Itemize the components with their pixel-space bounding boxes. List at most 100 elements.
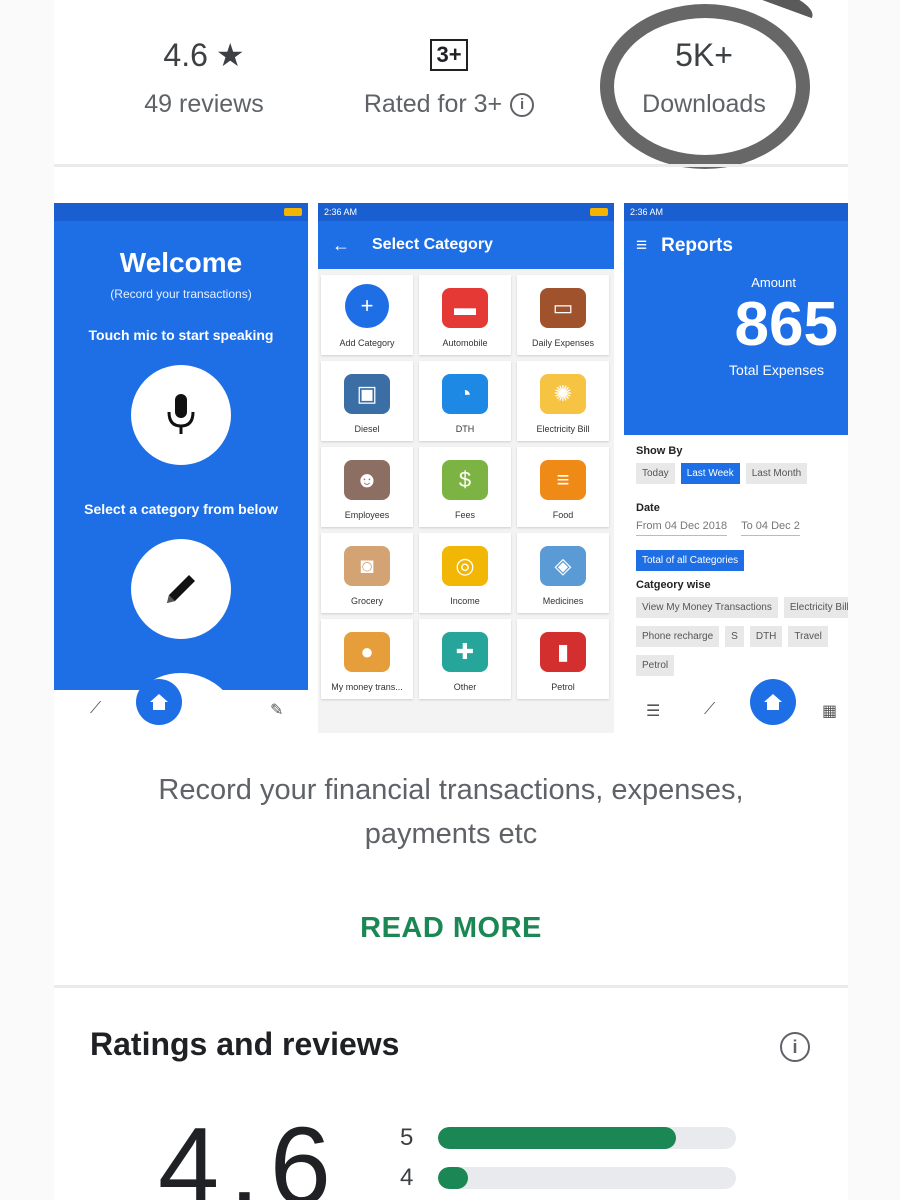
show-by-chip[interactable]: Last Week [680, 463, 740, 484]
category-tile-label: Employees [344, 510, 390, 520]
age-rating-stat[interactable]: 3+ Rated for 3+ i [344, 30, 554, 119]
category-tile[interactable]: ☻ Employees [321, 447, 413, 527]
app-description: Record your financial transactions, expe… [54, 768, 848, 856]
welcome-title: Welcome [119, 247, 243, 278]
screenshot-welcome[interactable]: Welcome (Record your transactions) Touch… [54, 203, 308, 733]
category-wise-chip[interactable]: Phone recharge [636, 626, 720, 647]
description-line-2: payments etc [364, 818, 538, 850]
rating-bar-track [438, 1167, 736, 1189]
list-icon[interactable]: ☰ [646, 701, 660, 721]
category-tile[interactable]: ◙ Grocery [321, 533, 413, 613]
category-tile[interactable]: ◈ Medicines [517, 533, 609, 613]
grid-icon[interactable]: ▦ [822, 701, 837, 721]
category-wise-chip[interactable]: View My Money Transactions [636, 597, 778, 618]
screenshot-carousel[interactable]: Welcome (Record your transactions) Touch… [54, 203, 848, 733]
right-frame [848, 0, 900, 1200]
category-tile-label: Electricity Bill [536, 424, 590, 434]
home-button[interactable] [136, 679, 182, 725]
category-tile[interactable]: ▭ Daily Expenses [517, 275, 609, 355]
car-icon: ▬ [442, 288, 488, 328]
category-tile[interactable]: ● My money trans... [321, 619, 413, 699]
battery-icon [590, 208, 608, 216]
category-tile-label: Add Category [339, 338, 395, 348]
category-tile-label: Petrol [551, 682, 575, 692]
grocery-bag-icon: ◙ [344, 546, 390, 586]
read-more-button[interactable]: READ MORE [54, 912, 848, 945]
description-line-1: Record your financial transactions, expe… [158, 774, 744, 806]
home-button[interactable] [750, 679, 796, 725]
wallet-icon: ▭ [540, 288, 586, 328]
add-icon: + [345, 284, 389, 328]
amount-value: 865 [734, 290, 838, 359]
reports-title: Reports [661, 235, 733, 256]
rating-stat[interactable]: 4.6 ★ 49 reviews [104, 30, 304, 119]
chart-icon[interactable]: ⟋ [90, 700, 101, 718]
mic-button[interactable] [131, 365, 231, 465]
category-tile-label: My money trans... [331, 682, 403, 692]
show-by-label: Show By [636, 445, 683, 457]
people-icon: ☻ [344, 460, 390, 500]
category-tile[interactable]: ✺ Electricity Bill [517, 361, 609, 441]
left-frame [0, 0, 54, 1200]
status-bar: 2:36 AM [624, 203, 848, 221]
category-tile-label: Automobile [442, 338, 488, 348]
microphone-icon [167, 394, 195, 434]
category-tile-label: DTH [455, 424, 475, 434]
money-icon: $ [442, 460, 488, 500]
rating-bar-track [438, 1127, 736, 1149]
category-tile[interactable]: ▬ Automobile [419, 275, 511, 355]
info-icon[interactable]: i [780, 1032, 810, 1062]
age-badge: 3+ [430, 39, 468, 71]
category-grid: + Add Category ▬ Automobile ▭ Daily Expenses ▣… [318, 269, 614, 705]
category-tile-label: Medicines [542, 596, 584, 606]
coins-icon: ◎ [442, 546, 488, 586]
amount-label: Amount [751, 275, 796, 290]
category-tile[interactable]: ◎ Income [419, 533, 511, 613]
category-tile[interactable]: ◔ DTH [419, 361, 511, 441]
menu-icon[interactable]: ≡ [636, 235, 647, 257]
rating-value: 4.6 [163, 36, 208, 73]
chart-icon[interactable]: ⟋ [704, 701, 715, 719]
ratings-title: Ratings and reviews [90, 1026, 400, 1062]
category-tile[interactable]: ▮ Petrol [517, 619, 609, 699]
show-by-chips: Today Last Week Last Month [624, 463, 848, 484]
category-wise-chip[interactable]: Travel [788, 626, 828, 647]
category-tile[interactable]: ≡ Food [517, 447, 609, 527]
pencil-button[interactable] [131, 539, 231, 639]
screenshot-reports[interactable]: 2:36 AM ≡ Reports Amount 865 Total Expen… [624, 203, 848, 733]
category-tile[interactable]: ✚ Other [419, 619, 511, 699]
category-wise-chip[interactable]: S [725, 626, 744, 647]
show-by-chip[interactable]: Today [636, 463, 675, 484]
hand-drawn-circle [600, 4, 810, 169]
home-icon [764, 694, 782, 710]
category-tile[interactable]: ▣ Diesel [321, 361, 413, 441]
screenshot-select-category[interactable]: 2:36 AM ← Select Category + Add Category ▬… [318, 203, 614, 733]
category-tile[interactable]: + Add Category [321, 275, 413, 355]
rating-bar-stars: 5 [400, 1124, 414, 1151]
rating-bar-row: 4 [400, 1164, 736, 1192]
rating-bar-fill [438, 1167, 468, 1189]
category-wise-chip[interactable]: Electricity Bill [783, 597, 848, 618]
total-expenses-label: Total Expenses [729, 362, 824, 378]
total-all-categories-button[interactable]: Total of all Categories [636, 550, 745, 571]
rating-bar-stars: 4 [400, 1164, 414, 1191]
category-tile-label: Food [552, 510, 574, 520]
category-wise-chip[interactable]: Petrol [636, 655, 675, 676]
info-icon[interactable]: i [510, 92, 535, 117]
app-details-page: 4.6 ★ 49 reviews 3+ Rated for 3+ i 5K+ D… [54, 0, 848, 1200]
mic-prompt: Touch mic to start speaking [88, 327, 274, 343]
category-tile-label: Grocery [350, 596, 383, 606]
status-bar: 2:36 AM [318, 203, 614, 221]
from-date-field[interactable]: From 04 Dec 2018 [636, 520, 728, 536]
plus-circle-icon: ✚ [442, 632, 488, 672]
back-arrow-icon[interactable]: ← [332, 235, 350, 256]
category-tile[interactable]: $ Fees [419, 447, 511, 527]
to-date-field[interactable]: To 04 Dec 2 [741, 520, 800, 536]
show-by-chip[interactable]: Last Month [745, 463, 808, 484]
edit-icon[interactable]: ✎ [270, 700, 283, 720]
rating-score: 4.6 [158, 1105, 341, 1200]
pills-icon: ◈ [540, 546, 586, 586]
rating-bar-row: 5 [400, 1124, 736, 1152]
category-wise-chip[interactable]: DTH [749, 626, 783, 647]
category-header: ← Select Category [318, 221, 614, 269]
